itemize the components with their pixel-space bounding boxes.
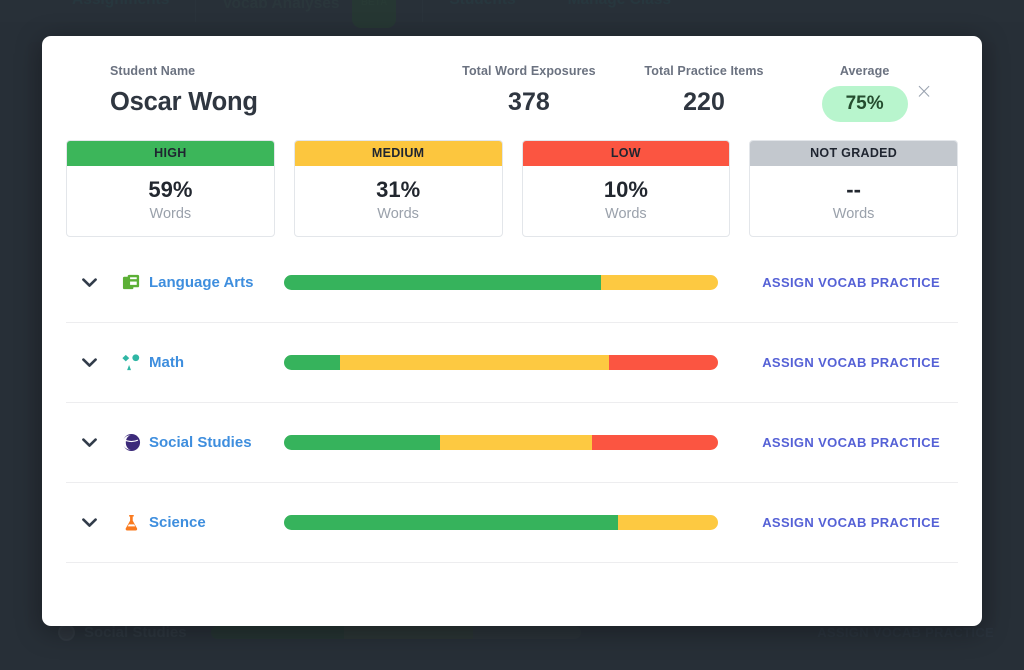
proficiency-progress-bar — [284, 275, 718, 290]
bar-segment-high — [284, 515, 619, 530]
card-title: MEDIUM — [294, 141, 502, 166]
card-body: -- Words — [750, 166, 957, 236]
student-name-value: Oscar Wong — [110, 88, 258, 116]
card-body: 31% Words — [295, 166, 502, 236]
total-practice-items-label: Total Practice Items — [644, 64, 764, 78]
subject-name-link[interactable]: Math — [149, 354, 184, 371]
shapes-icon — [118, 353, 144, 372]
card-title: LOW — [522, 141, 730, 166]
expand-chevron-down-icon[interactable] — [76, 357, 102, 368]
expand-chevron-down-icon[interactable] — [76, 277, 102, 288]
subject-row: Science ASSIGN VOCAB PRACTICE — [66, 483, 958, 563]
card-unit: Words — [605, 206, 647, 222]
card-unit: Words — [832, 206, 875, 222]
subject-row: Math ASSIGN VOCAB PRACTICE — [66, 323, 958, 403]
bar-segment-medium — [340, 355, 610, 370]
expand-chevron-down-icon[interactable] — [76, 517, 102, 528]
card-title: HIGH — [67, 141, 274, 166]
total-practice-items-block: Total Practice Items 220 — [621, 64, 787, 117]
card-body: 59% Words — [67, 166, 274, 236]
proficiency-card: LOW 10% Words — [521, 140, 731, 237]
subject-name-link[interactable]: Language Arts — [149, 274, 253, 291]
student-summary-header: Student Name Oscar Wong Total Word Expos… — [42, 36, 982, 122]
assign-vocab-practice-link[interactable]: ASSIGN VOCAB PRACTICE — [762, 515, 940, 530]
card-percent: -- — [846, 177, 861, 202]
bar-segment-high — [284, 275, 601, 290]
card-unit: Words — [149, 206, 192, 222]
proficiency-cards: HIGH 59% Words MEDIUM 31% Words LOW 10% Words NOT… — [42, 122, 982, 237]
globe-icon — [118, 433, 144, 452]
card-title: NOT GRADED — [750, 141, 957, 166]
average-status-badge: 75% — [821, 86, 908, 122]
proficiency-progress-bar — [284, 355, 718, 370]
bar-segment-medium — [618, 515, 718, 530]
flask-icon — [118, 513, 144, 533]
bar-segment-medium — [600, 275, 718, 290]
bar-segment-high — [284, 435, 441, 450]
card-percent: 59% — [148, 177, 193, 202]
subject-name-link[interactable]: Social Studies — [149, 434, 252, 451]
subject-list: Language Arts ASSIGN VOCAB PRACTICE Math AS… — [42, 243, 982, 563]
assign-vocab-practice-link[interactable]: ASSIGN VOCAB PRACTICE — [762, 355, 940, 370]
proficiency-card: HIGH 59% Words — [66, 140, 275, 237]
proficiency-card: MEDIUM 31% Words — [293, 140, 503, 237]
expand-chevron-down-icon[interactable] — [76, 437, 102, 448]
total-practice-items-value: 220 — [683, 88, 725, 116]
books-icon — [118, 273, 144, 292]
average-label: Average — [839, 64, 890, 78]
proficiency-progress-bar — [284, 515, 718, 530]
card-body: 10% Words — [523, 166, 730, 236]
card-percent: 10% — [603, 177, 648, 202]
assign-vocab-practice-link[interactable]: ASSIGN VOCAB PRACTICE — [762, 275, 940, 290]
bar-segment-high — [284, 355, 341, 370]
student-vocab-detail-modal: × Student Name Oscar Wong Total Word Exp… — [42, 36, 982, 626]
student-name-label: Student Name — [110, 64, 196, 78]
card-percent: 31% — [376, 177, 421, 202]
total-word-exposures-label: Total Word Exposures — [462, 64, 596, 78]
bar-segment-low — [592, 435, 718, 450]
subject-name-link[interactable]: Science — [149, 514, 206, 531]
subject-row: Language Arts ASSIGN VOCAB PRACTICE — [66, 243, 958, 323]
bar-segment-low — [609, 355, 718, 370]
total-word-exposures-value: 378 — [508, 88, 550, 116]
subject-row: Social Studies ASSIGN VOCAB PRACTICE — [66, 403, 958, 483]
total-word-exposures-block: Total Word Exposures 378 — [437, 64, 621, 117]
bar-segment-medium — [440, 435, 593, 450]
proficiency-card: NOT GRADED -- Words — [749, 140, 958, 237]
assign-vocab-practice-link[interactable]: ASSIGN VOCAB PRACTICE — [762, 435, 940, 450]
close-icon[interactable]: × — [912, 80, 936, 104]
student-name-block: Student Name Oscar Wong — [68, 64, 437, 117]
proficiency-progress-bar — [284, 435, 718, 450]
card-unit: Words — [377, 206, 419, 222]
